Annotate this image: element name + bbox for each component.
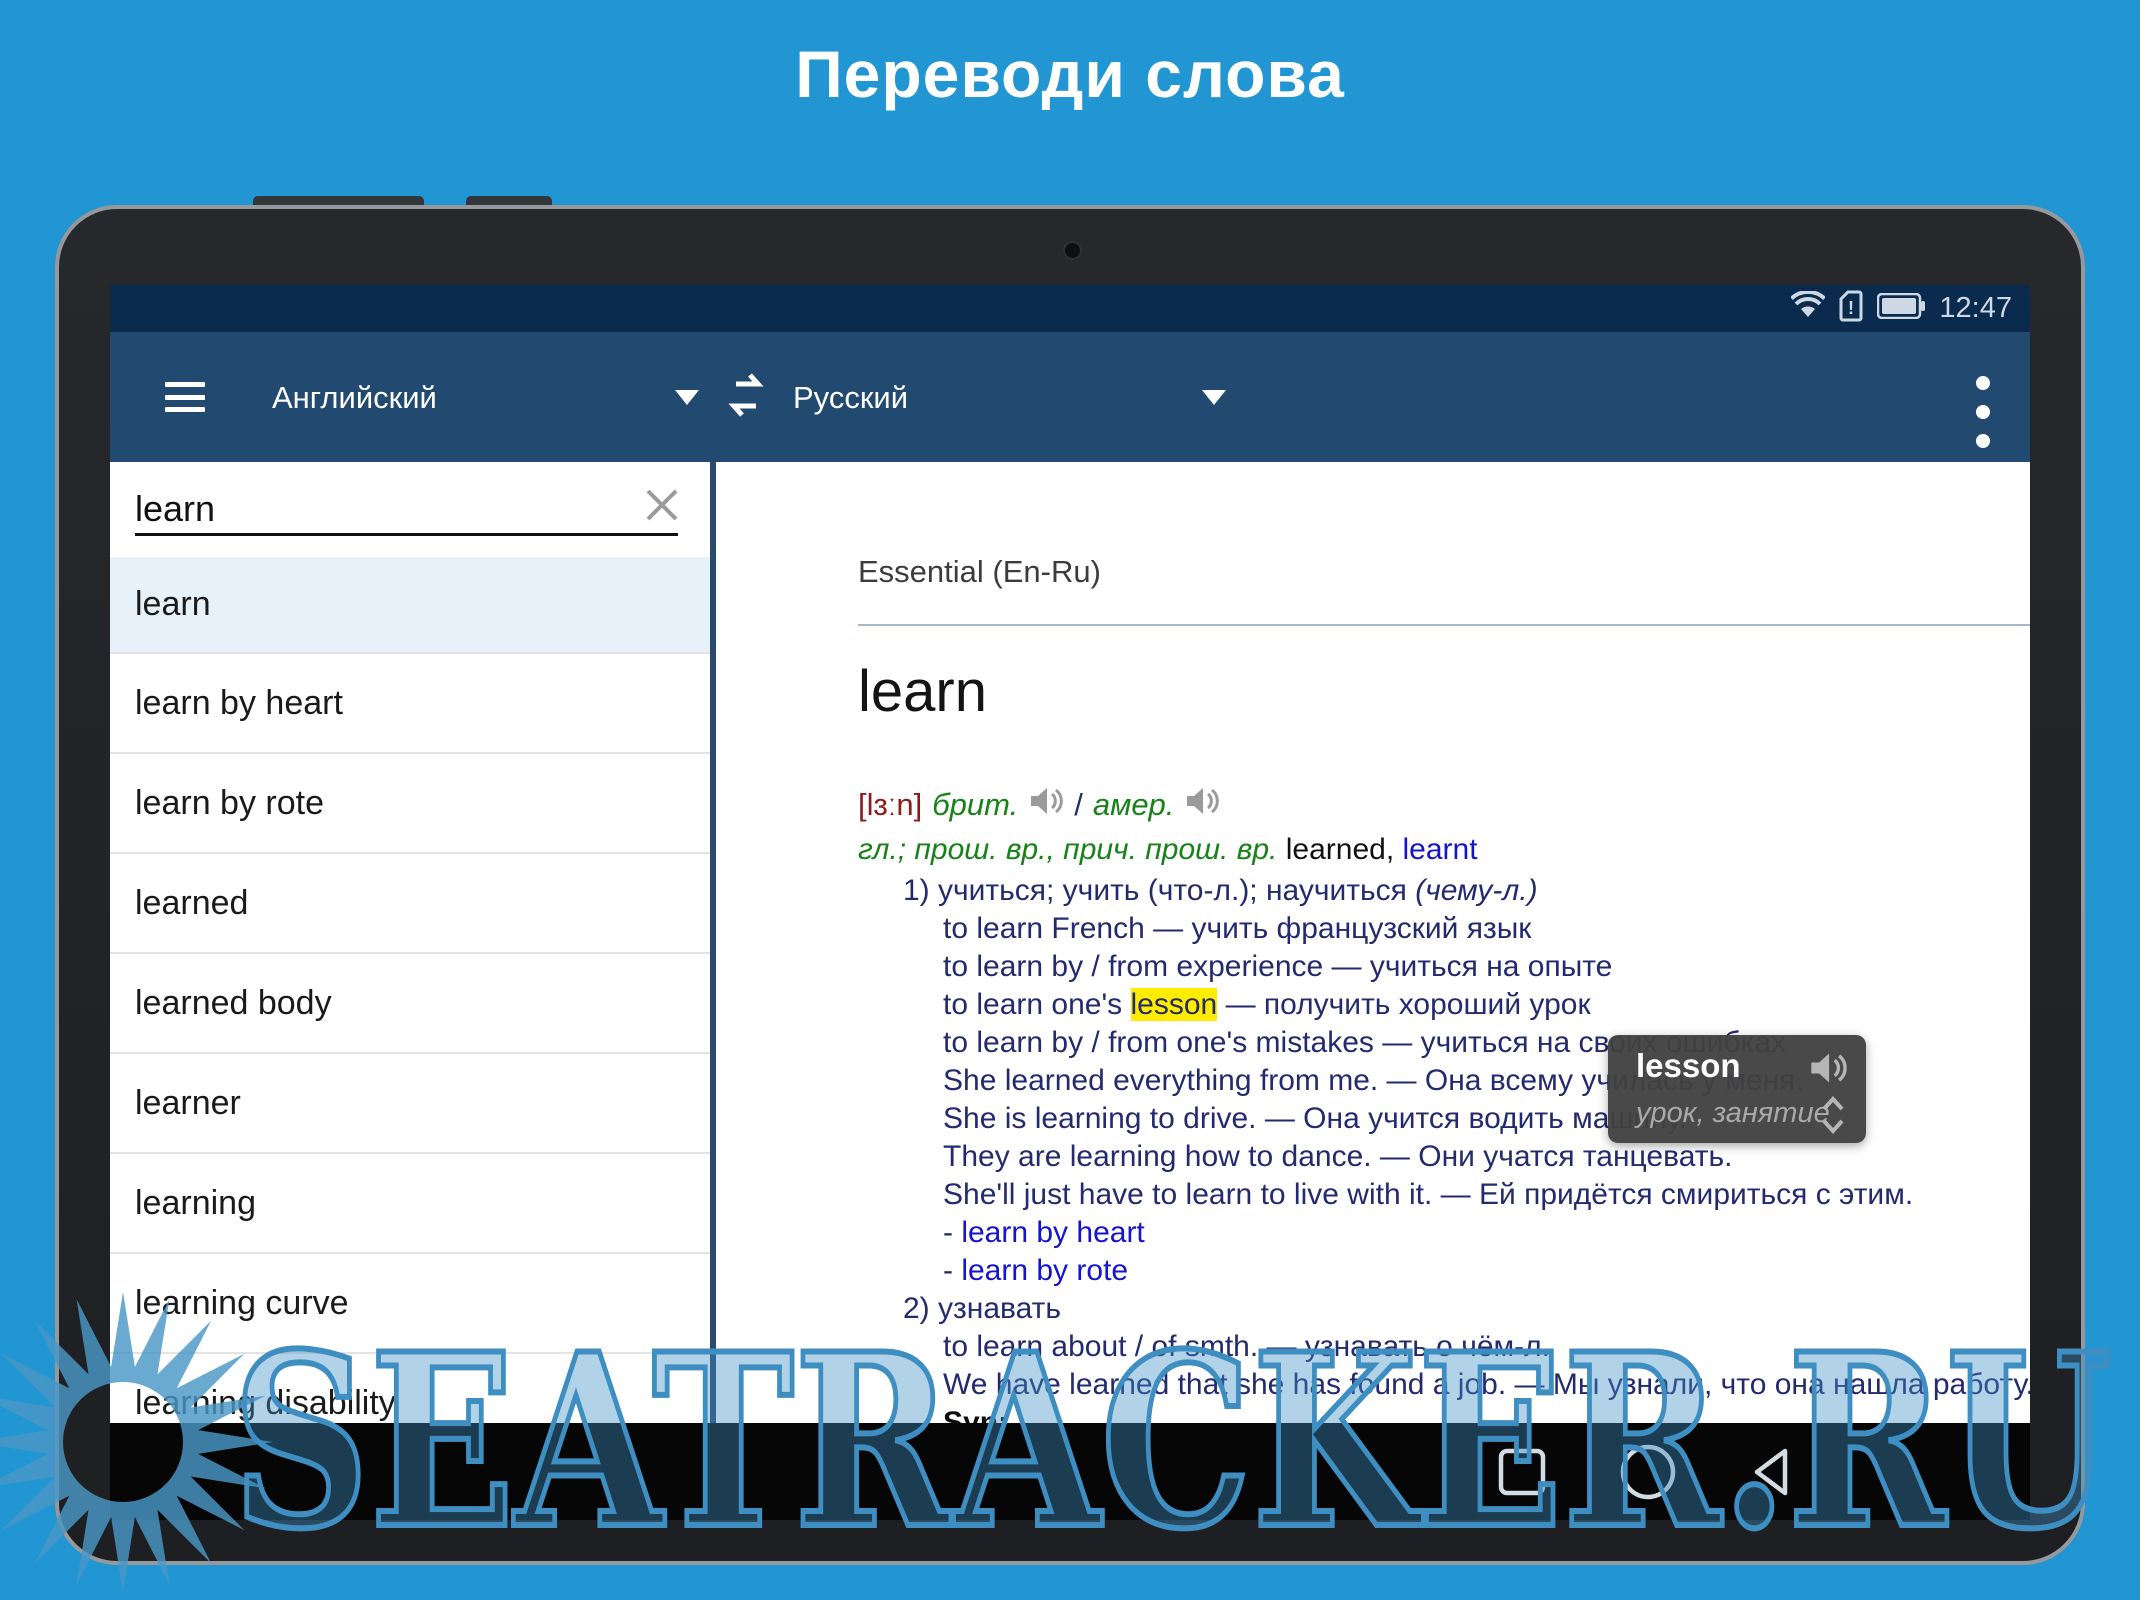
grammar-pos: гл.; прош. вр., прич. прош. вр.	[858, 831, 1277, 869]
list-item[interactable]: learned body	[110, 954, 710, 1054]
entry-text: They are learning how to dance. — Они уч…	[943, 1140, 1732, 1173]
entry-text: 2) узнавать	[903, 1292, 1061, 1325]
grammar-forms-text: learned,	[1286, 831, 1394, 869]
clear-search-icon[interactable]	[643, 486, 681, 524]
android-nav-bar	[110, 1423, 2030, 1520]
definition-line: to learn about / of smth. — узнавать о ч…	[858, 1328, 2030, 1366]
clock: 12:47	[1939, 292, 2012, 325]
tooltip-word: lesson	[1636, 1047, 1741, 1085]
entry-link[interactable]: learn by heart	[961, 1216, 1144, 1249]
swap-languages-icon[interactable]	[720, 370, 772, 427]
pron-separator: /	[1074, 786, 1083, 824]
list-item[interactable]: learner	[110, 1054, 710, 1154]
entry-text: to learn by / from experience — учиться …	[943, 950, 1612, 983]
entry-text: -	[943, 1216, 961, 1249]
grammar-form-link[interactable]	[1394, 831, 1402, 869]
entry-text: — получить хороший урок	[1217, 988, 1590, 1021]
sim-alert-icon: !	[1839, 290, 1863, 327]
search-value[interactable]: learn	[135, 488, 215, 530]
chevron-down-icon[interactable]	[1202, 390, 1226, 405]
definition-line: to learn by / from experience — учиться …	[858, 948, 2030, 986]
definition-line: 2) узнавать	[858, 1290, 2030, 1328]
recents-icon[interactable]	[1462, 1423, 1582, 1520]
tooltip-translation: урок, занятие	[1636, 1097, 1830, 1130]
definition-line: to learn French — учить французский язык	[858, 910, 2030, 948]
definition-line: to learn one's lesson — получить хороший…	[858, 986, 2030, 1024]
definition-line: She'll just have to learn to live with i…	[858, 1176, 2030, 1214]
related-link-line: - learn by rote	[858, 1252, 2030, 1290]
dictionary-divider	[858, 624, 2030, 626]
translation-tooltip: lesson урок, занятие	[1608, 1035, 1866, 1143]
word-list: learnlearn by heartlearn by rotelearnedl…	[110, 557, 710, 1454]
entry-text: 1) учиться; учить (что-л.); научиться	[903, 874, 1415, 907]
wifi-icon	[1791, 291, 1825, 326]
headword: learn	[858, 658, 987, 725]
dictionary-name: Essential (En-Ru)	[858, 554, 1101, 590]
entry-text: (чему-л.)	[1415, 874, 1537, 907]
list-item[interactable]: learning	[110, 1154, 710, 1254]
related-link-line: - learn by heart	[858, 1214, 2030, 1252]
entry-text: to learn French — учить французский язык	[943, 912, 1531, 945]
overflow-menu-icon[interactable]	[1963, 376, 2003, 448]
target-language-selector[interactable]: Русский	[793, 380, 908, 416]
svg-text:!: !	[1848, 298, 1854, 318]
entry-text: She'll just have to learn to live with i…	[943, 1178, 1913, 1211]
status-bar: ! 12:47	[110, 285, 2030, 332]
chevron-down-icon[interactable]	[675, 390, 699, 405]
speaker-icon[interactable]	[1808, 1049, 1848, 1092]
menu-icon[interactable]	[165, 382, 205, 412]
entry-text: -	[943, 1254, 961, 1287]
pron-us-label: амер.	[1093, 786, 1175, 824]
definition-line: They are learning how to dance. — Они уч…	[858, 1138, 2030, 1176]
search-input[interactable]: learn	[135, 462, 680, 557]
list-item[interactable]: learn	[110, 557, 710, 654]
app-bar: Английский Русский	[110, 332, 2030, 462]
tablet-screen: ! 12:47 Английский Русский	[110, 285, 2030, 1520]
page: { "hero": { "title": "Переводи слова" },…	[0, 0, 2140, 1600]
grammar-line: гл.; прош. вр., прич. прош. вр. learned,…	[858, 828, 2030, 872]
definition-line: 1) учиться; учить (что-л.); научиться (ч…	[858, 872, 2030, 910]
grammar-forms	[1277, 831, 1285, 869]
entry-pane: Essential (En-Ru) learn [lɜːn] брит. / а…	[716, 462, 2030, 1423]
home-icon[interactable]	[1588, 1423, 1708, 1520]
tablet-camera	[1065, 243, 1080, 258]
list-item[interactable]: learn by heart	[110, 654, 710, 754]
list-item[interactable]: learned	[110, 854, 710, 954]
highlighted-word: lesson	[1131, 988, 1218, 1021]
entry-text: We have learned that she has found a job…	[943, 1368, 2030, 1401]
pronunciation-line: [lɜːn] брит. / амер.	[858, 782, 2030, 828]
list-item[interactable]: learn by rote	[110, 754, 710, 854]
list-item[interactable]: learning curve	[110, 1254, 710, 1354]
definition-line: We have learned that she has found a job…	[858, 1366, 2030, 1404]
source-language-selector[interactable]: Английский	[272, 380, 437, 416]
sidebar: learn learnlearn by heartlearn by rotele…	[110, 462, 712, 1423]
entry-text: to learn about / of smth. — узнавать о ч…	[943, 1330, 1550, 1363]
definition-lines: 1) учиться; учить (что-л.); научиться (ч…	[858, 872, 2030, 1442]
transcription: [lɜːn]	[858, 786, 922, 824]
page-title: Переводи слова	[0, 36, 2140, 112]
back-icon[interactable]	[1712, 1423, 1832, 1520]
search-underline	[135, 533, 678, 536]
speaker-icon[interactable]	[1028, 784, 1064, 827]
tooltip-scroll-icon[interactable]	[1820, 1095, 1846, 1135]
pron-uk-label: брит.	[932, 786, 1018, 824]
battery-icon	[1877, 293, 1925, 324]
entry-link[interactable]: learn by rote	[961, 1254, 1128, 1287]
entry-text: She is learning to drive. — Она учится в…	[943, 1102, 1687, 1135]
grammar-form-link-text[interactable]: learnt	[1403, 831, 1478, 869]
speaker-icon[interactable]	[1184, 784, 1220, 827]
entry-text: to learn one's	[943, 988, 1131, 1021]
